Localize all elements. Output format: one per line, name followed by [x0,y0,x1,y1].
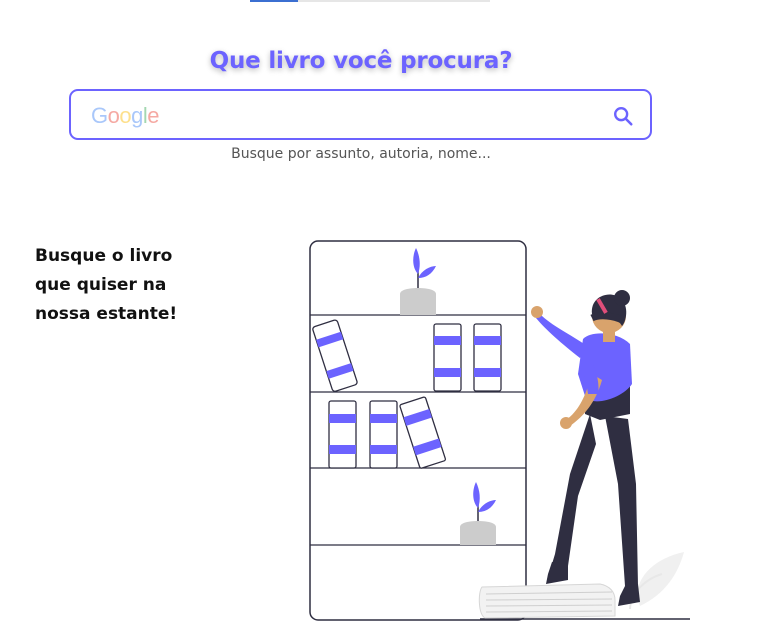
page-title: Que livro você procura? [209,48,513,74]
google-logo: Google [91,103,160,128]
woman-figure [531,290,640,606]
paper-stack [478,583,616,619]
promo-line: nossa estante! [35,304,178,324]
promo-line: que quiser na [35,275,167,295]
search-input[interactable]: Google [69,89,652,140]
bookshelf-illustration [309,240,690,621]
active-tab-indicator [250,0,298,2]
search-icon[interactable] [612,105,634,127]
book [328,400,357,469]
book [433,323,462,392]
top-tab-indicator [250,0,490,2]
search-helper-text: Busque por assunto, autoria, nome... [231,146,491,162]
book [473,323,502,392]
promo-text: Busque o livro que quiser na nossa estan… [35,242,235,329]
book [369,400,398,469]
leaf-decoration [637,552,684,606]
promo-line: Busque o livro [35,246,173,266]
